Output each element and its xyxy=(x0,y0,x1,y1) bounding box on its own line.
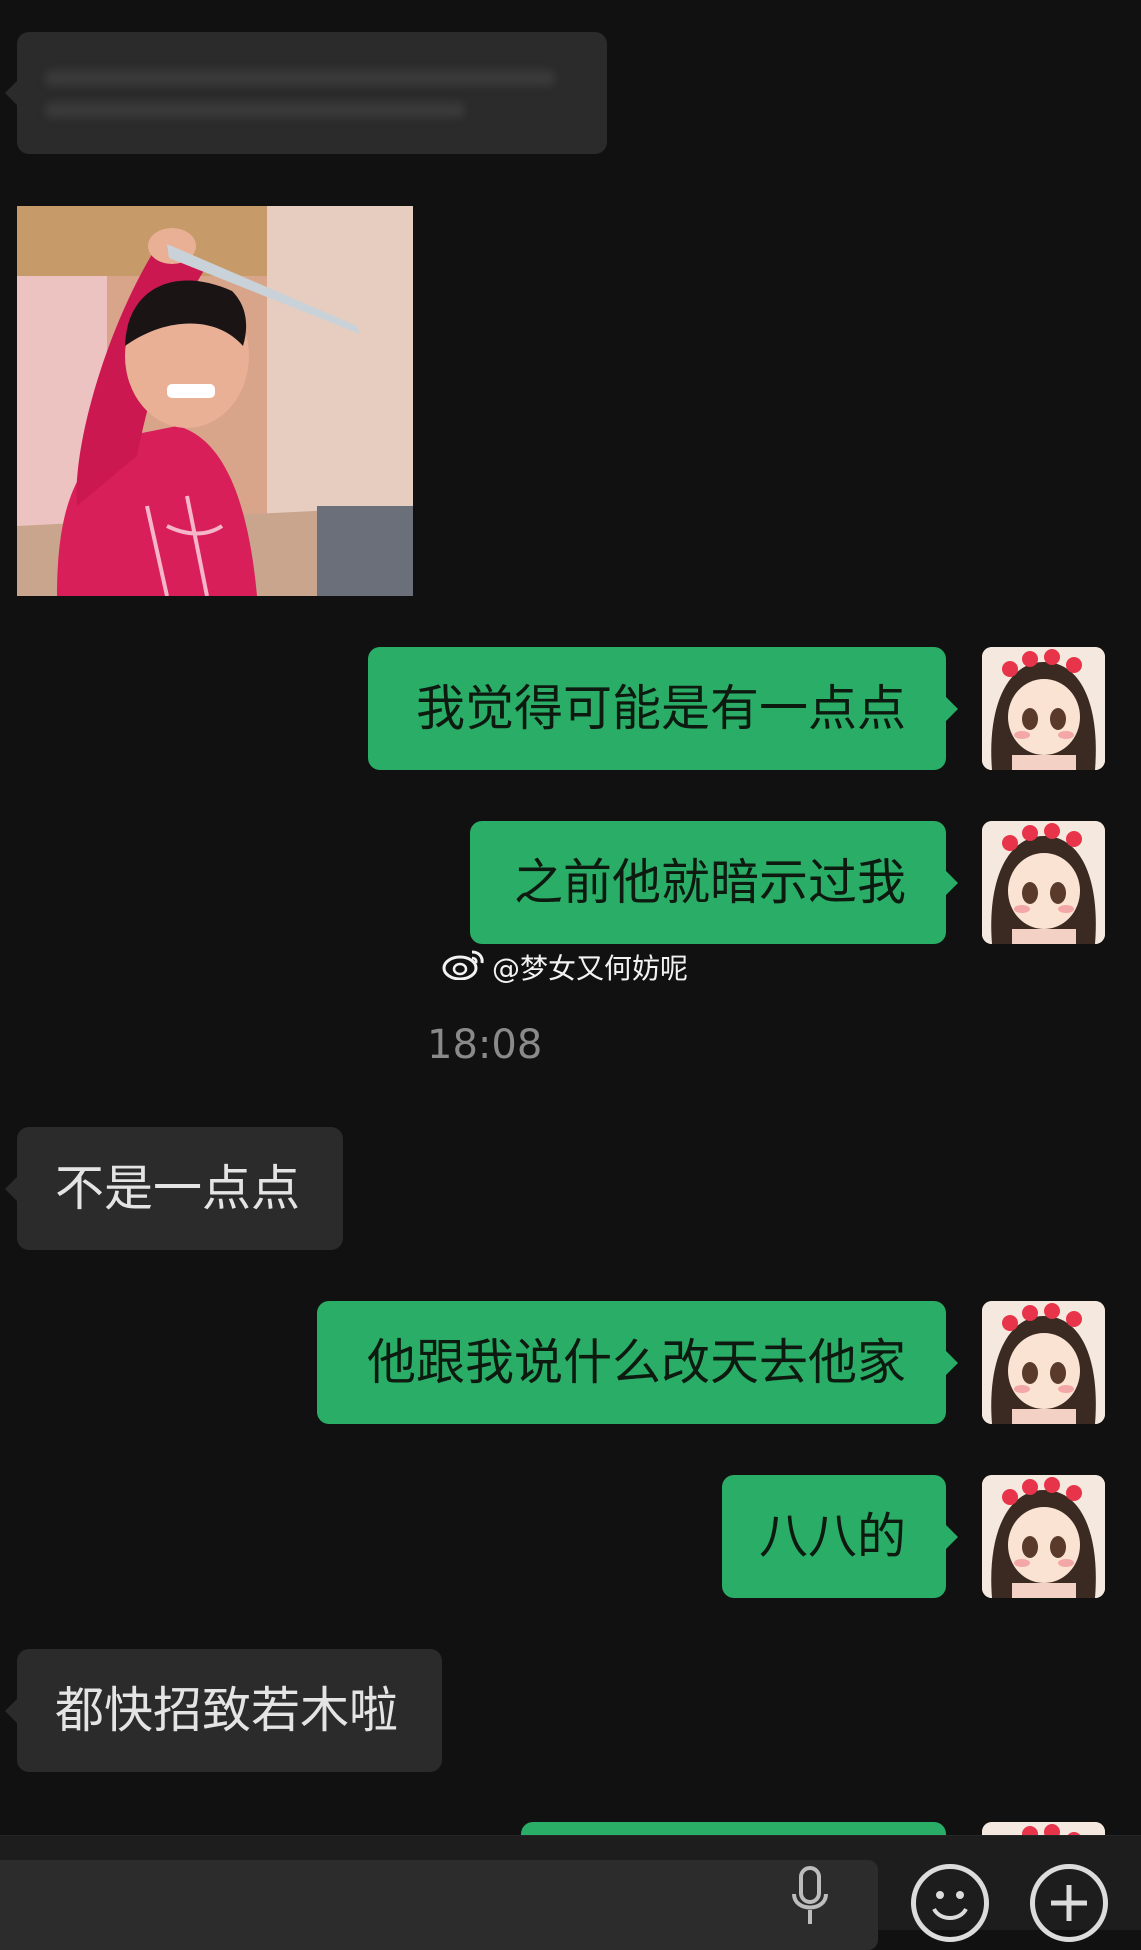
watermark-text: @梦女又何妨呢 xyxy=(492,952,689,985)
anime-girl-avatar-image xyxy=(982,1301,1105,1424)
outgoing-message[interactable]: 之前他就暗示过我 xyxy=(470,821,958,944)
avatar[interactable] xyxy=(982,1475,1105,1598)
message-input[interactable] xyxy=(0,1860,878,1950)
incoming-message[interactable]: 不是一点点 xyxy=(5,1127,343,1250)
blurred-text-line xyxy=(45,102,465,118)
message-timestamp: 18:08 xyxy=(427,1022,543,1068)
blurred-text-line xyxy=(45,70,555,86)
anime-girl-avatar-image xyxy=(982,647,1105,770)
outgoing-message[interactable]: 他跟我说什么改天去他家 xyxy=(317,1301,958,1424)
anime-girl-avatar-image xyxy=(982,821,1105,944)
message-text: 八八的 xyxy=(758,1508,906,1565)
sticker-image-knife-meme[interactable] xyxy=(17,206,413,596)
message-text: 我觉得可能是有一点点 xyxy=(415,680,906,737)
outgoing-message[interactable]: 我觉得可能是有一点点 xyxy=(368,647,958,770)
avatar[interactable] xyxy=(982,1301,1105,1424)
plus-icon[interactable] xyxy=(1030,1864,1108,1942)
message-text: 都快招致若木啦 xyxy=(55,1682,399,1739)
message-text: 不是一点点 xyxy=(55,1160,301,1217)
avatar[interactable] xyxy=(982,1822,1105,1835)
weibo-icon xyxy=(442,948,486,987)
anime-girl-avatar-image xyxy=(982,1475,1105,1598)
message-text: 之前他就暗示过我 xyxy=(513,854,906,911)
avatar[interactable] xyxy=(982,821,1105,944)
outgoing-message[interactable]: 八八的 xyxy=(722,1475,958,1598)
message-text: 他跟我说什么改天去他家 xyxy=(366,1334,906,1391)
microphone-icon[interactable] xyxy=(790,1866,830,1926)
avatar[interactable] xyxy=(982,647,1105,770)
outgoing-message-partial[interactable] xyxy=(521,1822,946,1835)
incoming-message[interactable]: 都快招致若木啦 xyxy=(5,1649,442,1772)
incoming-message-blurred[interactable] xyxy=(5,32,607,154)
chat-message-list[interactable]: 我觉得可能是有一点点 之前他就暗示过我 @梦女又何妨呢 18:08 不是一点点 … xyxy=(0,0,1141,1835)
chat-input-bar xyxy=(0,1835,1141,1950)
weibo-watermark: @梦女又何妨呢 xyxy=(442,947,688,987)
emoji-icon[interactable] xyxy=(911,1864,989,1942)
sticker-drawing xyxy=(17,206,413,596)
anime-girl-avatar-image xyxy=(982,1822,1105,1835)
